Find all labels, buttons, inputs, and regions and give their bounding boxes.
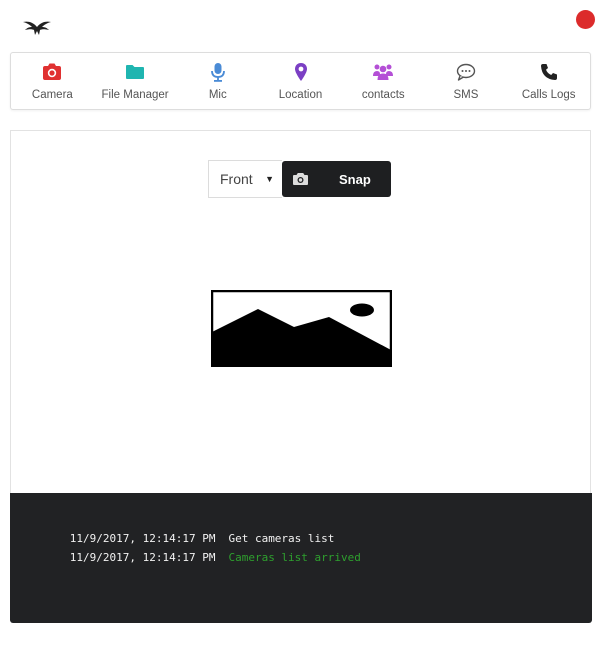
camera-icon <box>293 173 308 185</box>
camera-icon <box>43 63 62 80</box>
log-line: 11/9/2017, 12:14:17 PM Get cameras list <box>30 510 572 545</box>
camera-select-value: Front <box>220 171 253 187</box>
nav-item-file-manager[interactable]: File Manager <box>94 53 177 109</box>
chat-bubble-icon <box>456 63 476 81</box>
nav-bar: Camera File Manager Mic Location contact… <box>10 52 591 110</box>
folder-icon <box>126 65 145 79</box>
microphone-icon <box>210 63 225 82</box>
nav-label-mic: Mic <box>208 89 227 101</box>
bird-logo-icon <box>23 21 51 35</box>
nav-item-calls-logs[interactable]: Calls Logs <box>507 53 590 109</box>
nav-label-sms: SMS <box>453 89 479 101</box>
record-dot-icon <box>576 10 595 29</box>
nav-item-mic[interactable]: Mic <box>176 53 259 109</box>
map-marker-icon <box>294 63 307 81</box>
camera-panel: Front ▼ Snap <box>10 130 591 494</box>
log-timestamp: 11/9/2017, 12:14:17 PM <box>69 532 216 545</box>
snap-button[interactable]: Snap <box>282 161 391 197</box>
nav-label-contacts: contacts <box>361 89 405 101</box>
nav-label-calls-logs: Calls Logs <box>521 89 576 101</box>
log-timestamp: 11/9/2017, 12:14:17 PM <box>69 551 216 564</box>
app-page: Camera File Manager Mic Location contact… <box>0 0 600 650</box>
caret-down-icon: ▼ <box>265 174 274 184</box>
camera-controls: Front ▼ Snap <box>208 160 391 198</box>
nav-label-location: Location <box>278 89 323 101</box>
phone-icon <box>540 64 557 80</box>
users-icon <box>373 64 394 80</box>
nav-item-location[interactable]: Location <box>259 53 342 109</box>
log-console: 11/9/2017, 12:14:17 PM Get cameras list 1… <box>10 493 592 623</box>
camera-select[interactable]: Front ▼ <box>208 160 282 198</box>
nav-item-sms[interactable]: SMS <box>425 53 508 109</box>
nav-item-contacts[interactable]: contacts <box>342 53 425 109</box>
nav-item-camera[interactable]: Camera <box>11 53 94 109</box>
snap-button-label: Snap <box>339 171 371 187</box>
nav-label-camera: Camera <box>31 89 73 101</box>
log-message: Cameras list arrived <box>228 551 361 564</box>
image-placeholder-icon <box>211 290 392 367</box>
log-message: Get cameras list <box>228 532 335 545</box>
nav-label-file-manager: File Manager <box>101 89 169 101</box>
